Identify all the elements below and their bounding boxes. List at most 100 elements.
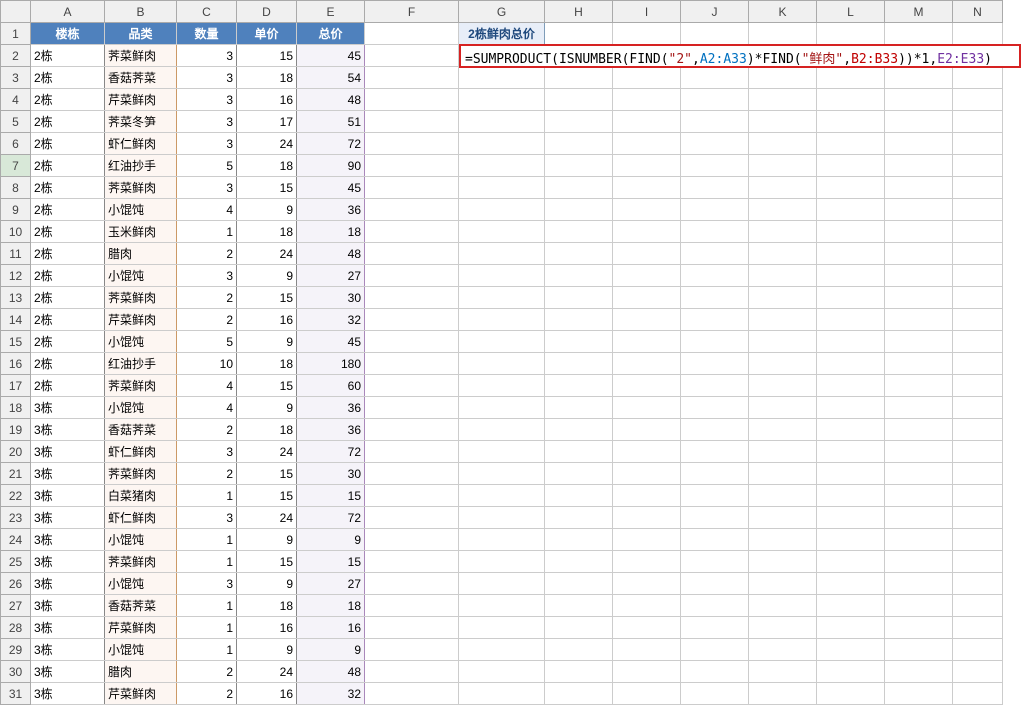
cell[interactable] — [817, 639, 885, 661]
cell[interactable] — [613, 595, 681, 617]
cell[interactable] — [749, 485, 817, 507]
row-header[interactable]: 9 — [1, 199, 31, 221]
cell[interactable] — [365, 221, 459, 243]
cell[interactable] — [613, 67, 681, 89]
cell[interactable] — [365, 287, 459, 309]
cell[interactable] — [953, 485, 1003, 507]
cell[interactable] — [613, 111, 681, 133]
cell[interactable] — [817, 287, 885, 309]
cell-total[interactable]: 72 — [297, 133, 365, 155]
cell[interactable] — [885, 683, 953, 705]
cell[interactable] — [953, 595, 1003, 617]
cell-price[interactable]: 9 — [237, 639, 297, 661]
cell[interactable] — [953, 661, 1003, 683]
cell[interactable] — [545, 595, 613, 617]
cell[interactable] — [613, 331, 681, 353]
cell-building[interactable]: 2栋 — [31, 221, 105, 243]
cell[interactable] — [545, 507, 613, 529]
cell[interactable] — [885, 661, 953, 683]
cell[interactable] — [817, 199, 885, 221]
cell[interactable] — [365, 397, 459, 419]
cell[interactable] — [817, 353, 885, 375]
cell-price[interactable]: 18 — [237, 419, 297, 441]
cell[interactable] — [545, 683, 613, 705]
row-header[interactable]: 20 — [1, 441, 31, 463]
cell[interactable] — [681, 375, 749, 397]
cell[interactable] — [545, 617, 613, 639]
cell-building[interactable]: 3栋 — [31, 485, 105, 507]
cell[interactable] — [365, 507, 459, 529]
cell-qty[interactable]: 1 — [177, 617, 237, 639]
cell[interactable] — [681, 639, 749, 661]
cell-qty[interactable]: 1 — [177, 221, 237, 243]
row-header[interactable]: 12 — [1, 265, 31, 287]
cell[interactable] — [365, 573, 459, 595]
cell[interactable] — [459, 397, 545, 419]
formula-edit-overlay[interactable]: =SUMPRODUCT(ISNUMBER(FIND("2",A2:A33)*FI… — [459, 44, 1021, 68]
cell[interactable] — [365, 155, 459, 177]
cell[interactable] — [953, 177, 1003, 199]
cell[interactable] — [459, 485, 545, 507]
col-header-A[interactable]: A — [31, 1, 105, 23]
cell[interactable] — [817, 463, 885, 485]
row-header[interactable]: 13 — [1, 287, 31, 309]
cell-price[interactable]: 24 — [237, 507, 297, 529]
cell[interactable] — [545, 639, 613, 661]
cell[interactable] — [885, 485, 953, 507]
cell-total[interactable]: 48 — [297, 89, 365, 111]
cell[interactable] — [681, 221, 749, 243]
cell[interactable] — [817, 419, 885, 441]
cell[interactable] — [545, 111, 613, 133]
row-header[interactable]: 17 — [1, 375, 31, 397]
cell-building[interactable]: 3栋 — [31, 551, 105, 573]
cell[interactable] — [365, 683, 459, 705]
cell[interactable] — [749, 441, 817, 463]
cell[interactable] — [459, 683, 545, 705]
cell[interactable] — [817, 441, 885, 463]
cell[interactable] — [459, 243, 545, 265]
cell[interactable] — [365, 639, 459, 661]
cell[interactable] — [681, 551, 749, 573]
cell[interactable] — [545, 573, 613, 595]
cell[interactable] — [681, 595, 749, 617]
cell[interactable] — [817, 155, 885, 177]
cell[interactable] — [953, 507, 1003, 529]
cell[interactable] — [817, 331, 885, 353]
cell[interactable] — [953, 309, 1003, 331]
cell-category[interactable]: 荠菜冬笋 — [105, 111, 177, 133]
cell[interactable] — [365, 617, 459, 639]
cell-category[interactable]: 小馄饨 — [105, 199, 177, 221]
cell[interactable] — [885, 551, 953, 573]
cell[interactable] — [545, 287, 613, 309]
cell-category[interactable]: 小馄饨 — [105, 265, 177, 287]
header-qty[interactable]: 数量 — [177, 23, 237, 45]
cell-total[interactable]: 36 — [297, 199, 365, 221]
cell[interactable] — [365, 375, 459, 397]
cell[interactable] — [953, 221, 1003, 243]
cell[interactable] — [613, 155, 681, 177]
cell[interactable] — [749, 419, 817, 441]
cell[interactable] — [681, 155, 749, 177]
cell-total[interactable]: 72 — [297, 441, 365, 463]
cell-price[interactable]: 9 — [237, 573, 297, 595]
cell[interactable] — [613, 529, 681, 551]
cell-category[interactable]: 芹菜鲜肉 — [105, 89, 177, 111]
cell-category[interactable]: 虾仁鲜肉 — [105, 507, 177, 529]
cell[interactable] — [365, 45, 459, 67]
cell[interactable] — [365, 595, 459, 617]
cell[interactable] — [885, 89, 953, 111]
cell[interactable] — [953, 375, 1003, 397]
cell[interactable] — [953, 617, 1003, 639]
cell[interactable] — [749, 573, 817, 595]
cell-building[interactable]: 3栋 — [31, 639, 105, 661]
cell[interactable] — [885, 177, 953, 199]
cell[interactable] — [953, 89, 1003, 111]
col-header-D[interactable]: D — [237, 1, 297, 23]
cell-qty[interactable]: 3 — [177, 177, 237, 199]
cell[interactable] — [613, 375, 681, 397]
cell[interactable] — [459, 331, 545, 353]
row-header[interactable]: 21 — [1, 463, 31, 485]
cell[interactable] — [681, 617, 749, 639]
header-total[interactable]: 总价 — [297, 23, 365, 45]
cell[interactable] — [953, 155, 1003, 177]
